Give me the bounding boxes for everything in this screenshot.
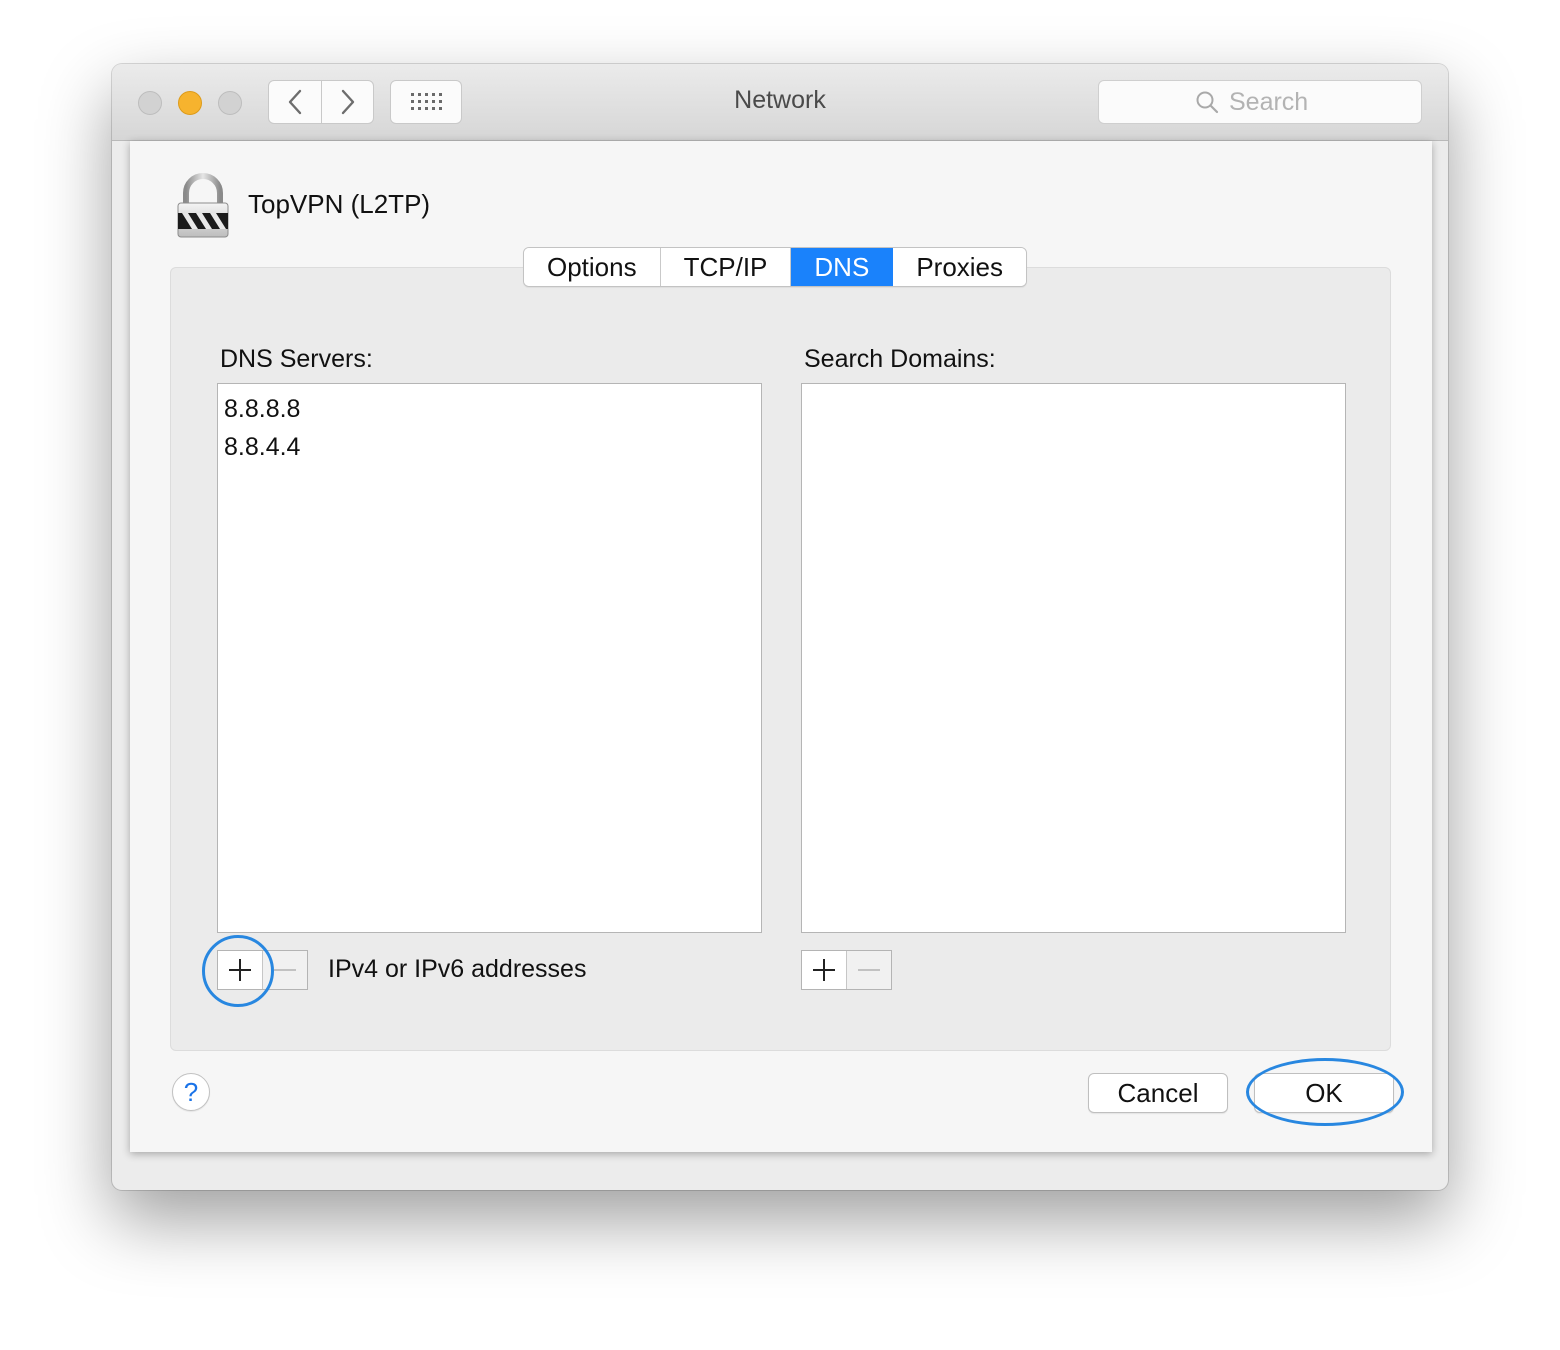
ok-button[interactable]: OK <box>1254 1073 1394 1113</box>
dns-servers-label: DNS Servers: <box>220 345 373 373</box>
search-domain-add-remove-control <box>801 950 892 990</box>
remove-dns-server-button[interactable] <box>263 951 307 989</box>
dns-address-hint: IPv4 or IPv6 addresses <box>328 955 587 983</box>
network-preferences-window: Network Search TopVPN (L2TP) DNS Servers… <box>112 64 1448 1190</box>
tab-tcp-ip[interactable]: TCP/IP <box>660 248 792 286</box>
dns-settings-sheet: TopVPN (L2TP) DNS Servers: Search Domain… <box>130 141 1432 1152</box>
plus-icon <box>813 959 835 981</box>
help-button[interactable]: ? <box>172 1073 210 1111</box>
add-search-domain-button[interactable] <box>802 951 847 989</box>
add-dns-server-button[interactable] <box>218 951 263 989</box>
remove-search-domain-button[interactable] <box>847 951 891 989</box>
search-domains-list[interactable] <box>801 383 1346 933</box>
cancel-button[interactable]: Cancel <box>1088 1073 1228 1113</box>
search-field[interactable] <box>1098 80 1422 124</box>
list-item[interactable]: 8.8.8.8 <box>224 390 761 428</box>
tab-dns[interactable]: DNS <box>791 248 894 286</box>
tab-options[interactable]: Options <box>524 248 661 286</box>
search-domains-label: Search Domains: <box>804 345 996 373</box>
dns-servers-list[interactable]: 8.8.8.8 8.8.4.4 <box>217 383 762 933</box>
list-item[interactable]: 8.8.4.4 <box>224 428 761 466</box>
tab-proxies[interactable]: Proxies <box>893 248 1027 286</box>
search-icon <box>1196 91 1219 114</box>
connection-name: TopVPN (L2TP) <box>248 189 431 219</box>
plus-icon <box>229 959 251 981</box>
search-input[interactable] <box>1229 87 1325 117</box>
title-bar: Network <box>112 64 1448 141</box>
dns-add-remove-control <box>217 950 308 990</box>
minus-icon <box>274 969 296 971</box>
settings-tabs: Options TCP/IP DNS Proxies <box>523 247 1028 287</box>
minus-icon <box>858 969 880 971</box>
tab-content-box: DNS Servers: Search Domains: 8.8.8.8 8.8… <box>170 267 1391 1051</box>
vpn-lock-icon <box>177 173 229 238</box>
